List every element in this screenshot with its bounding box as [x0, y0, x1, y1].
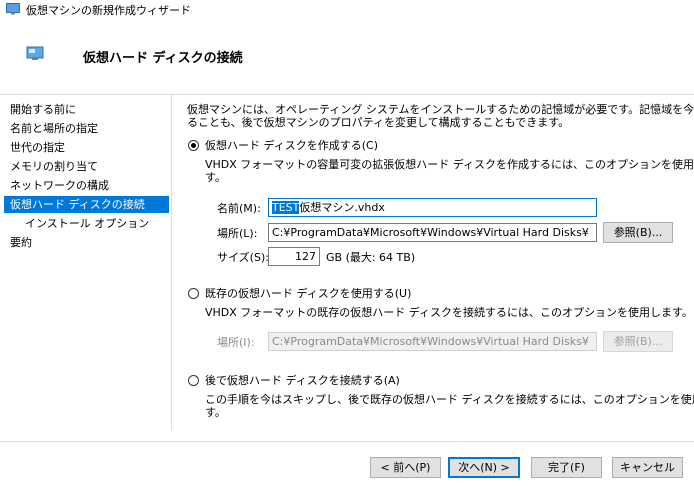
vhd-name-selected-text: TEST [272, 201, 300, 214]
existing-location-label: 場所(I): [217, 336, 255, 349]
vhd-size-input[interactable]: 127 [268, 247, 320, 266]
create-vhd-description-line2: す。 [205, 171, 226, 184]
vhd-location-label: 場所(L): [217, 227, 258, 240]
step-memory[interactable]: メモリの割り当て [4, 158, 169, 175]
vhd-name-label: 名前(M): [217, 202, 261, 215]
vhd-location-input[interactable]: C:¥ProgramData¥Microsoft¥Windows¥Virtual… [268, 223, 597, 242]
intro-text-line2: ることも、後で仮想マシンのプロパティを変更して構成することもできます。 [187, 116, 570, 129]
attach-later-description-line2: す。 [205, 406, 226, 419]
window-title: 仮想マシンの新規作成ウィザード [26, 4, 191, 17]
step-before-you-begin[interactable]: 開始する前に [4, 101, 169, 118]
vhd-size-label: サイズ(S): [217, 251, 269, 264]
intro-text-line1: 仮想マシンには、オペレーティング システムをインストールするための記憶域が必要で… [187, 103, 694, 116]
finish-button[interactable]: 完了(F) [531, 457, 602, 478]
radio-use-existing-vhd-label[interactable]: 既存の仮想ハード ディスクを使用する(U) [205, 287, 411, 300]
radio-attach-later-label[interactable]: 後で仮想ハード ディスクを接続する(A) [205, 374, 400, 387]
attach-later-description-line1: この手順を今はスキップし、後で既存の仮想ハード ディスクを接続するには、このオプ… [205, 393, 694, 406]
existing-location-input[interactable]: C:¥ProgramData¥Microsoft¥Windows¥Virtual… [268, 332, 597, 351]
next-button[interactable]: 次へ(N) > [448, 457, 520, 478]
create-vhd-description-line1: VHDX フォーマットの容量可変の拡張仮想ハード ディスクを作成するには、このオ… [205, 158, 694, 171]
existing-browse-button[interactable]: 参照(B)... [603, 331, 673, 352]
vhd-size-unit: GB (最大: 64 TB) [326, 251, 416, 264]
radio-create-vhd-label[interactable]: 仮想ハード ディスクを作成する(C) [205, 139, 378, 152]
browse-button[interactable]: 参照(B)... [603, 222, 673, 243]
use-existing-description: VHDX フォーマットの既存の仮想ハード ディスクを接続するには、このオプション… [205, 306, 693, 319]
radio-create-vhd[interactable] [188, 140, 199, 151]
radio-attach-later[interactable] [188, 375, 199, 386]
step-networking[interactable]: ネットワークの構成 [4, 177, 169, 194]
page-title: 仮想ハード ディスクの接続 [83, 51, 243, 66]
step-generation[interactable]: 世代の指定 [4, 139, 169, 156]
hyperv-app-icon [6, 3, 20, 15]
step-name-location[interactable]: 名前と場所の指定 [4, 120, 169, 137]
step-summary[interactable]: 要約 [4, 234, 169, 251]
monitor-icon [26, 46, 44, 60]
footer-divider [0, 441, 694, 442]
sidebar-divider [171, 95, 172, 430]
step-connect-vhd[interactable]: 仮想ハード ディスクの接続 [4, 196, 169, 213]
vhd-name-input[interactable]: TEST仮想マシン.vhdx [268, 198, 597, 217]
vhd-name-rest-text: 仮想マシン.vhdx [299, 201, 385, 214]
cancel-button[interactable]: キャンセル [612, 457, 683, 478]
radio-use-existing-vhd[interactable] [188, 288, 199, 299]
step-installation-options[interactable]: インストール オプション [4, 215, 169, 232]
back-button[interactable]: < 前へ(P) [370, 457, 441, 478]
header-divider [0, 94, 694, 95]
